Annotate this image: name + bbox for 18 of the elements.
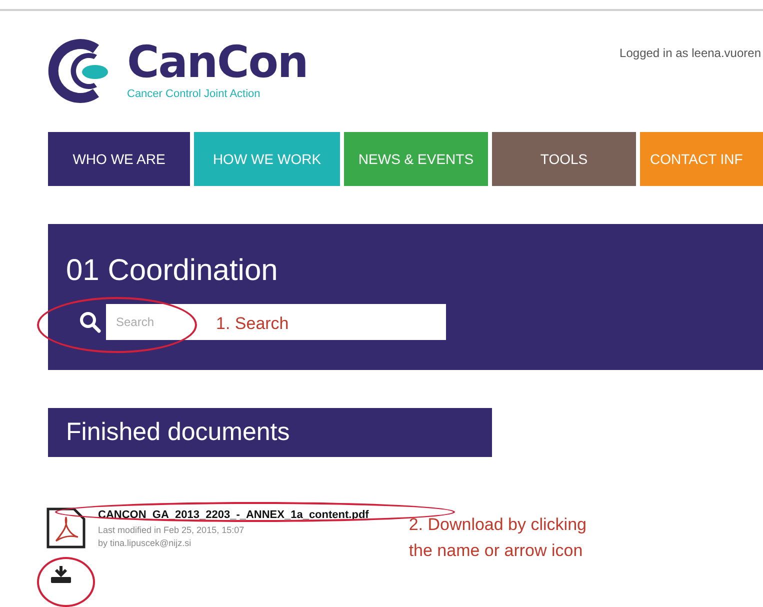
document-author: by tina.lipuscek@nijz.si xyxy=(98,537,192,550)
annotation-text: the name or arrow icon xyxy=(408,540,584,562)
nav-tab[interactable]: TOOLS xyxy=(492,132,636,186)
logo-name: CanCon xyxy=(127,40,308,86)
pdf-file-icon xyxy=(46,507,86,549)
nav-tab[interactable]: NEWS & EVENTS xyxy=(344,132,488,186)
annotation-text: 1. Search xyxy=(216,313,289,335)
nav-tab[interactable]: WHO WE ARE xyxy=(48,132,190,186)
annotation-ellipse xyxy=(37,557,95,607)
documents-heading: Finished documents xyxy=(66,416,290,448)
section-title: 01 Coordination xyxy=(66,254,279,288)
annotation-text: 2. Download by clicking xyxy=(408,514,586,536)
logo-tagline: Cancer Control Joint Action xyxy=(127,86,262,102)
user-status: Logged in as leena.vuoren xyxy=(620,45,761,62)
download-icon[interactable] xyxy=(50,565,72,583)
document-link[interactable]: CANCON_GA_2013_2203_-_ANNEX_1a_content.pdf xyxy=(98,507,369,524)
search-icon[interactable] xyxy=(79,311,101,333)
modified-date: Last modified in Feb 25, 2015, 15:07 xyxy=(98,524,246,536)
